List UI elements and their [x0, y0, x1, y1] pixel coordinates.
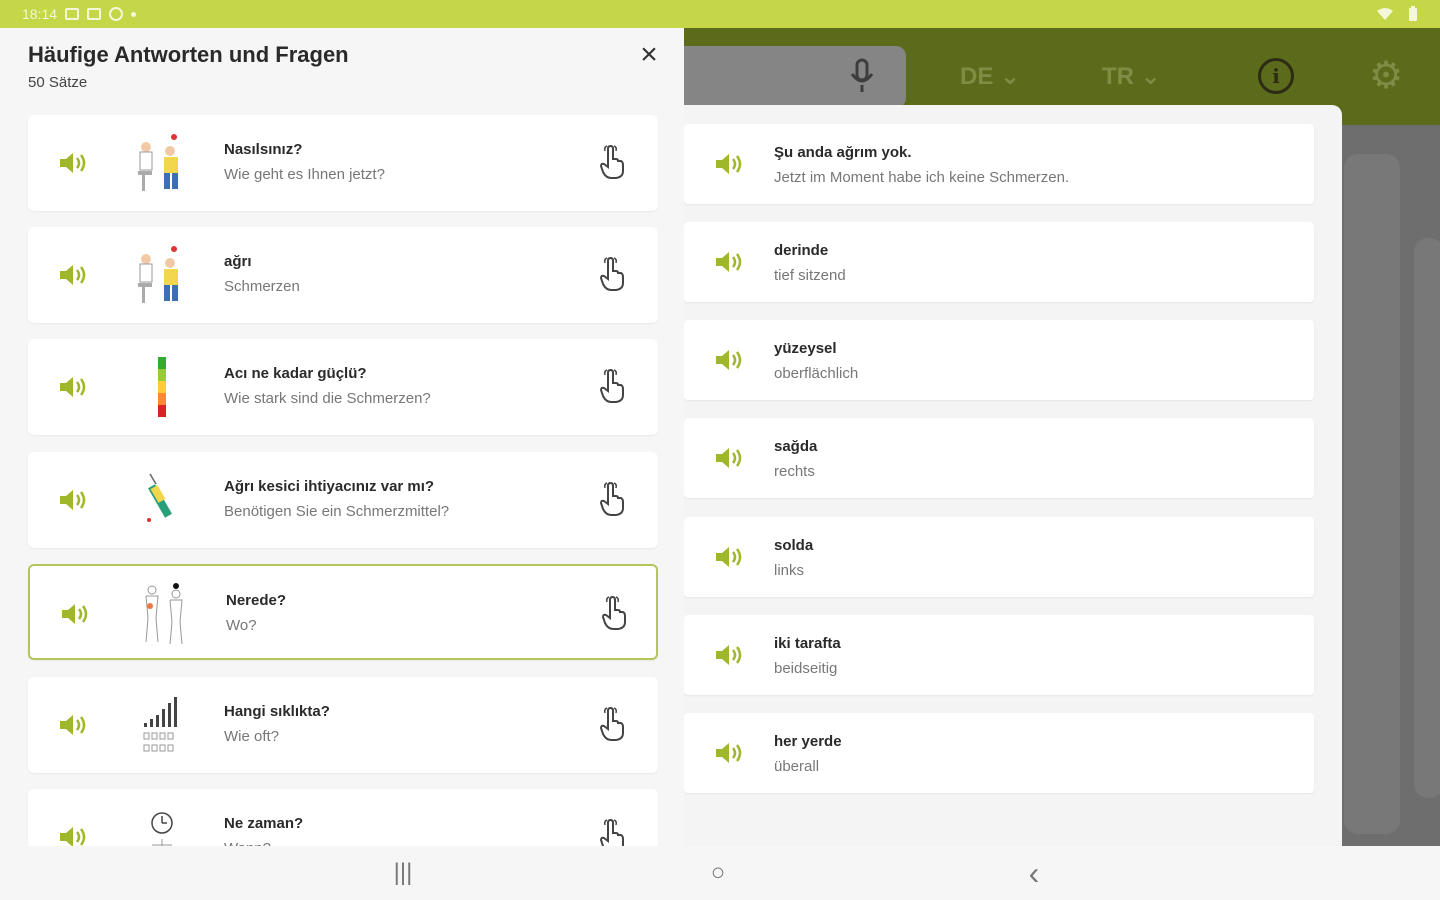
answer-turkish: Şu anda ağrım yok.: [774, 144, 912, 161]
speaker-icon[interactable]: [58, 825, 88, 846]
speaker-icon[interactable]: [714, 152, 744, 176]
speaker-icon[interactable]: [58, 375, 88, 399]
answer-turkish: her yerde: [774, 733, 842, 750]
phrase-turkish: Nasılsınız?: [224, 141, 303, 158]
answer-card[interactable]: sağda rechts: [684, 418, 1314, 498]
phrase-card[interactable]: Nasılsınız? Wie geht es Ihnen jetzt?: [28, 115, 658, 211]
speaker-icon[interactable]: [714, 545, 744, 569]
speaker-icon[interactable]: [58, 151, 88, 175]
patient-doctor-illustration-icon: [134, 131, 190, 195]
answer-german: oberflächlich: [774, 365, 859, 382]
answer-card[interactable]: yüzeysel oberflächlich: [684, 320, 1314, 400]
answer-card[interactable]: iki tarafta beidseitig: [684, 615, 1314, 695]
answer-card[interactable]: her yerde überall: [684, 713, 1314, 793]
speaker-icon[interactable]: [58, 263, 88, 287]
tap-hand-icon[interactable]: [598, 481, 626, 516]
speaker-icon[interactable]: [714, 348, 744, 372]
phrase-card[interactable]: Ne zaman?Wann?: [28, 789, 658, 846]
tap-hand-icon[interactable]: [598, 368, 626, 403]
pain-scale-illustration-icon: [134, 355, 190, 419]
wifi-icon: [1377, 8, 1393, 20]
answer-card[interactable]: Şu anda ağrım yok. Jetzt im Moment habe i…: [684, 124, 1314, 204]
patient-doctor-illustration-icon: [134, 243, 190, 307]
chevron-down-icon: ⌄: [1000, 63, 1021, 90]
tap-hand-icon[interactable]: [598, 818, 626, 846]
answer-german: links: [774, 562, 805, 579]
phrase-card[interactable]: Nerede? Wo?: [28, 564, 658, 660]
battery-icon: [1409, 6, 1417, 21]
speaker-icon[interactable]: [714, 741, 744, 765]
phrase-turkish: Ağrı kesici ihtiyacınız var mı?: [224, 478, 435, 495]
phrase-german: Wie oft?: [224, 728, 280, 745]
phrase-turkish: Nerede?: [226, 592, 287, 609]
speaker-icon[interactable]: [58, 488, 88, 512]
navigation-bar: ||| ○ ‹: [0, 846, 1440, 900]
phrase-turkish: Ne zaman?: [224, 815, 304, 832]
tap-hand-icon[interactable]: [598, 706, 626, 741]
phrase-german: Benötigen Sie ein Schmerzmittel?: [224, 503, 450, 520]
clock-illustration-icon: [134, 805, 190, 846]
answer-turkish: yüzeysel: [774, 340, 837, 357]
phrase-card[interactable]: Ağrı kesici ihtiyacınız var mı? Benötigen…: [28, 452, 658, 548]
answer-german: Jetzt im Moment habe ich keine Schmerzen…: [774, 169, 1070, 186]
info-icon[interactable]: i: [1258, 58, 1294, 94]
phrase-turkish: Acı ne kadar güçlü?: [224, 365, 367, 382]
phrase-card[interactable]: ağrı Schmerzen: [28, 227, 658, 323]
recents-button[interactable]: |||: [387, 858, 419, 888]
answer-german: überall: [774, 758, 820, 775]
answer-german: beidseitig: [774, 660, 838, 677]
phrase-card[interactable]: Acı ne kadar güçlü? Wie stark sind die Sc…: [28, 339, 658, 435]
back-button[interactable]: ‹: [1018, 857, 1050, 889]
whatsapp-icon: [109, 7, 124, 21]
background-card: [1344, 154, 1400, 834]
answer-card[interactable]: solda links: [684, 517, 1314, 597]
tap-hand-icon[interactable]: [598, 256, 626, 291]
phrase-german: Wie stark sind die Schmerzen?: [224, 390, 431, 407]
answer-german: rechts: [774, 463, 815, 480]
body-outline-illustration-icon: [136, 582, 192, 646]
mail-icon: [87, 8, 102, 20]
answer-card[interactable]: derinde tief sitzend: [684, 222, 1314, 302]
source-language-dropdown[interactable]: DE ⌄: [960, 62, 1020, 91]
notification-dot-icon: [131, 11, 137, 17]
speaker-icon[interactable]: [58, 713, 88, 737]
tap-hand-icon[interactable]: [600, 595, 628, 630]
phrase-turkish: ağrı: [224, 253, 252, 270]
phrase-german: Wie geht es Ihnen jetzt?: [224, 166, 385, 183]
frequency-chart-illustration-icon: [134, 693, 190, 757]
target-language-dropdown[interactable]: TR ⌄: [1102, 62, 1161, 91]
status-bar: 18:14: [0, 0, 1440, 28]
speaker-icon[interactable]: [714, 643, 744, 667]
drawer-title: Häufige Antworten und Fragen: [28, 42, 349, 67]
status-time: 18:14: [22, 6, 58, 22]
answer-turkish: sağda: [774, 438, 818, 455]
chevron-down-icon: ⌄: [1140, 63, 1161, 90]
microphone-icon[interactable]: [848, 58, 876, 94]
phrase-card[interactable]: Hangi sıklıkta? Wie oft?: [28, 677, 658, 773]
phrase-german: Schmerzen: [224, 278, 300, 295]
speaker-icon[interactable]: [714, 446, 744, 470]
home-button[interactable]: ○: [702, 858, 734, 888]
speaker-icon[interactable]: [714, 250, 744, 274]
gear-icon[interactable]: ⚙: [1366, 56, 1406, 96]
phrase-turkish: Hangi sıklıkta?: [224, 703, 330, 720]
close-button[interactable]: ×: [634, 40, 664, 70]
answer-turkish: derinde: [774, 242, 829, 259]
syringe-illustration-icon: [134, 468, 190, 532]
phrase-german: Wo?: [226, 617, 257, 634]
tap-hand-icon[interactable]: [598, 144, 626, 179]
phrase-drawer: Häufige Antworten und Fragen 50 Sätze × …: [0, 28, 684, 846]
answer-turkish: iki tarafta: [774, 635, 841, 652]
drawer-subtitle: 50 Sätze: [28, 74, 88, 91]
speaker-icon[interactable]: [60, 602, 90, 626]
background-card: [1414, 238, 1440, 798]
answer-german: tief sitzend: [774, 267, 846, 284]
answer-turkish: solda: [774, 537, 814, 554]
gallery-icon: [65, 8, 80, 20]
